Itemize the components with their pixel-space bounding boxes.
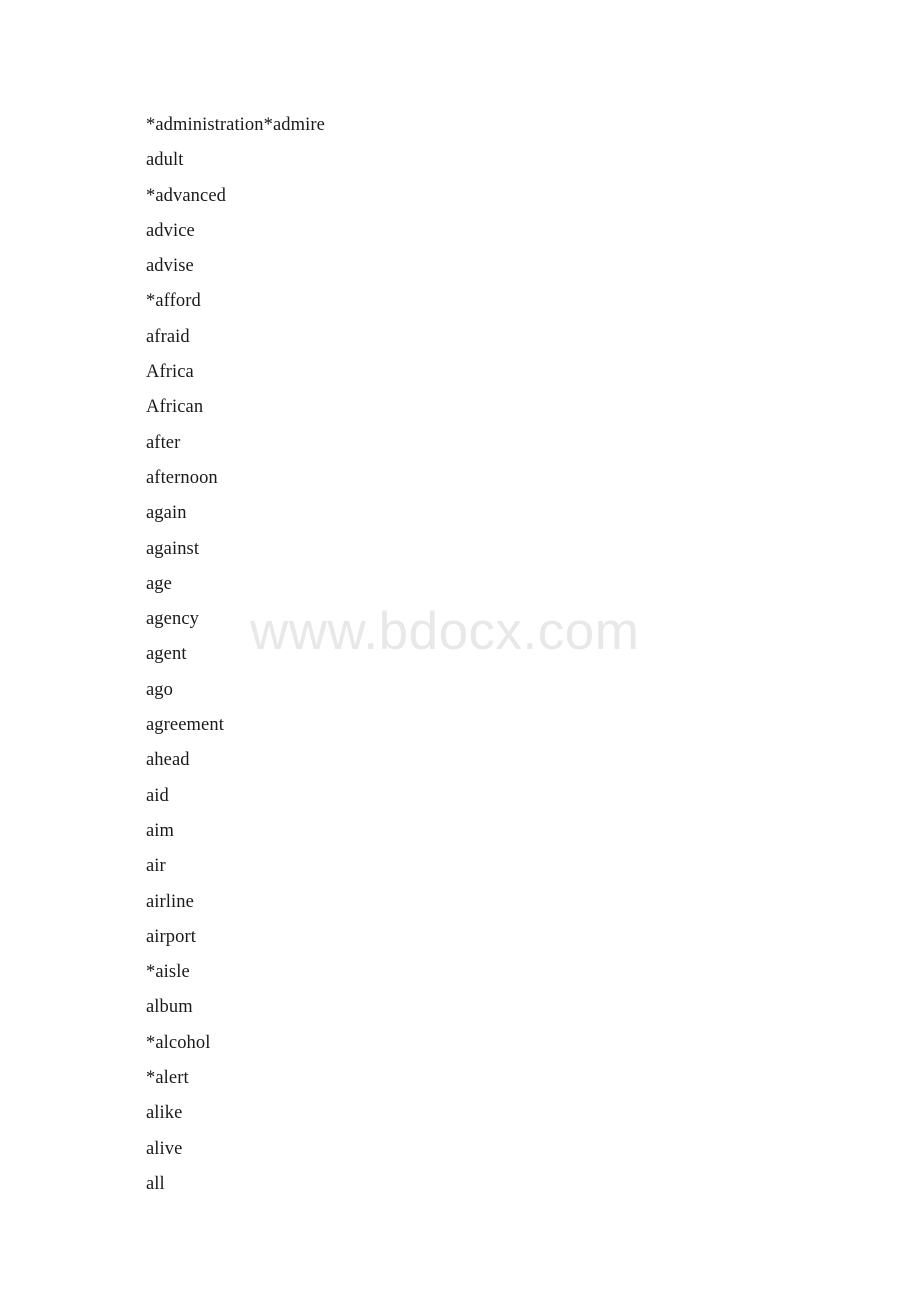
word-list-item: *alcohol [146, 1032, 211, 1053]
word-list-item: airline [146, 891, 194, 912]
word-list-item: *administration*admire [146, 115, 325, 135]
word-list-item: ago [146, 679, 174, 700]
word-list-item: agreement [146, 715, 224, 736]
word-list-item: again [146, 503, 187, 524]
word-list-item: adult [146, 150, 184, 171]
word-list-item: all [146, 1173, 165, 1194]
word-list-item: *aisle [146, 962, 190, 983]
word-list-item: aim [146, 820, 175, 841]
word-list-item: Africa [146, 362, 194, 383]
document-page: www.bdocx.com *administration*admire adul… [0, 0, 920, 1302]
word-list-item: agent [146, 644, 187, 665]
word-list-item: advise [146, 256, 194, 277]
word-list-item: afternoon [146, 467, 218, 488]
word-list-item: alive [146, 1138, 183, 1159]
word-list-item: ahead [146, 750, 190, 771]
word-list-item: air [146, 856, 166, 877]
word-list-item: agency [146, 609, 199, 630]
word-list-item: *afford [146, 291, 201, 312]
word-list-item: *alert [146, 1068, 189, 1089]
word-list-item: age [146, 573, 172, 594]
word-list-item: after [146, 432, 181, 453]
word-list-item: *advanced [146, 185, 226, 206]
word-list-item: afraid [146, 326, 190, 347]
word-list-item: advice [146, 220, 195, 241]
word-list: *administration*admire adult *advanced advi… [146, 108, 766, 1202]
word-list-item: aid [146, 785, 169, 806]
word-list-item: airport [146, 926, 197, 947]
word-list-item: against [146, 538, 200, 559]
word-list-item: alike [146, 1103, 183, 1124]
word-list-item: album [146, 997, 193, 1018]
word-list-item: African [146, 397, 204, 418]
